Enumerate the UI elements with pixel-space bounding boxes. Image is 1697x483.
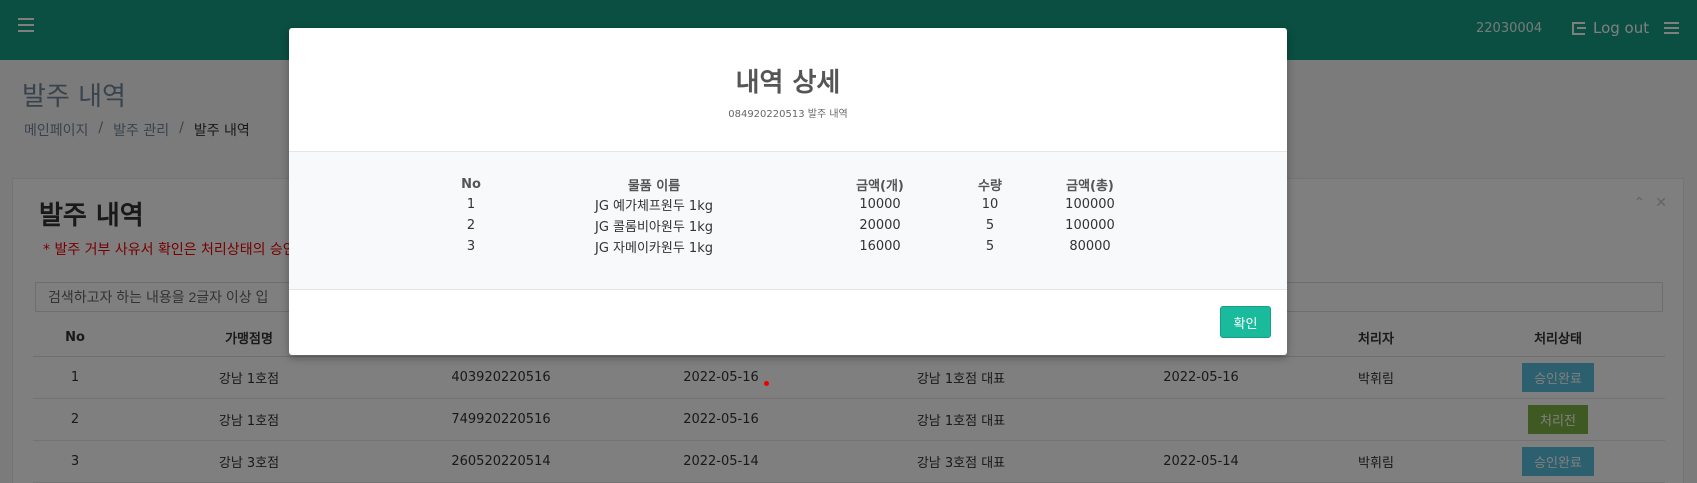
detail-total: 80000 <box>1069 239 1111 254</box>
modal-body: No 물품 이름 금액(개) 수량 금액(총) 1 JG 예가체프원두 1kg … <box>289 152 1287 290</box>
detail-price: 16000 <box>859 239 901 254</box>
modal-header: 내역 상세 084920220513 발주 내역 <box>289 28 1287 152</box>
detail-row: 3 JG 자메이카원두 1kg 16000 5 80000 <box>444 236 1150 257</box>
detail-modal: 내역 상세 084920220513 발주 내역 No 물품 이름 금액(개) … <box>289 28 1287 355</box>
detail-name: JG 콜롬비아원두 1kg <box>595 220 713 235</box>
detail-no: 1 <box>466 197 476 212</box>
detail-header-row: No 물품 이름 금액(개) 수량 금액(총) <box>444 174 1150 194</box>
detail-total: 100000 <box>1065 218 1115 233</box>
cursor-marker <box>764 381 769 386</box>
detail-qty: 5 <box>985 218 995 233</box>
detail-name: JG 자메이카원두 1kg <box>595 241 713 256</box>
detail-row: 1 JG 예가체프원두 1kg 10000 10 100000 <box>444 194 1150 215</box>
detail-col-price: 금액(개) <box>856 178 904 194</box>
detail-name: JG 예가체프원두 1kg <box>595 199 713 214</box>
detail-qty: 10 <box>981 197 999 212</box>
detail-price: 10000 <box>859 197 901 212</box>
detail-col-qty: 수량 <box>978 178 1002 194</box>
detail-price: 20000 <box>859 218 901 233</box>
detail-col-no: No <box>461 176 481 192</box>
detail-total: 100000 <box>1065 197 1115 212</box>
detail-col-name: 물품 이름 <box>627 178 681 194</box>
detail-col-total: 금액(총) <box>1066 178 1114 194</box>
modal-title: 내역 상세 <box>735 68 841 98</box>
detail-table: No 물품 이름 금액(개) 수량 금액(총) 1 JG 예가체프원두 1kg … <box>444 174 1150 257</box>
detail-row: 2 JG 콜롬비아원두 1kg 20000 5 100000 <box>444 215 1150 236</box>
modal-subtitle: 084920220513 발주 내역 <box>728 109 848 120</box>
confirm-button[interactable]: 확인 <box>1220 306 1271 338</box>
detail-no: 3 <box>466 239 476 254</box>
detail-no: 2 <box>466 218 476 233</box>
detail-qty: 5 <box>985 239 995 254</box>
